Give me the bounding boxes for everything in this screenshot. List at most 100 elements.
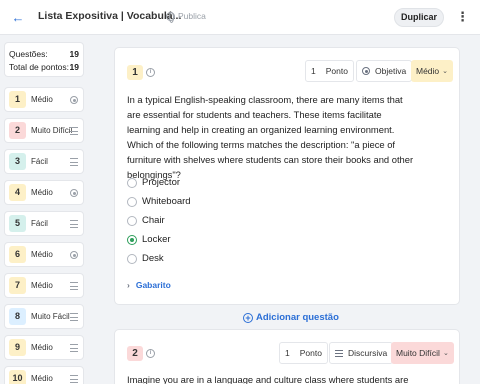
points-unit: Ponto bbox=[325, 66, 348, 76]
info-icon[interactable]: i bbox=[146, 349, 155, 358]
type-selector[interactable]: Objetiva bbox=[356, 60, 413, 82]
option[interactable]: Whiteboard bbox=[127, 196, 191, 207]
lines-icon bbox=[70, 282, 78, 290]
difficulty-label: Médio bbox=[31, 95, 53, 104]
difficulty-label: Médio bbox=[31, 374, 53, 383]
option-label: Locker bbox=[142, 234, 171, 245]
type-selector[interactable]: Discursiva bbox=[329, 342, 394, 364]
question-card: 1 i 1 Ponto Objetiva Médio ⌄ In a typica… bbox=[114, 47, 460, 305]
questions-count: 19 bbox=[69, 49, 79, 59]
question-text: In a typical English-speaking classroom,… bbox=[127, 94, 414, 180]
question-number-badge: 8 bbox=[9, 308, 26, 325]
points-total: 19 bbox=[69, 62, 79, 72]
points-field[interactable]: 1 Ponto bbox=[305, 60, 354, 82]
question-text: Imagine you are in a language and cultur… bbox=[127, 374, 409, 384]
lines-icon bbox=[70, 158, 78, 166]
lines-icon bbox=[70, 375, 78, 383]
sidebar-question-item[interactable]: 6 Médio bbox=[4, 242, 84, 267]
sidebar-question-item[interactable]: 1 Médio bbox=[4, 87, 84, 112]
sidebar-question-item[interactable]: 10 Médio bbox=[4, 366, 84, 384]
question-number-badge: 4 bbox=[9, 184, 26, 201]
page-title: Lista Expositiva | Vocabulá... bbox=[38, 10, 182, 22]
answer-key-toggle[interactable]: › Gabarito bbox=[127, 280, 171, 290]
question-number-badge: 7 bbox=[9, 277, 26, 294]
type-label: Discursiva bbox=[348, 348, 388, 358]
sidebar-question-item[interactable]: 2 Muito Difícil bbox=[4, 118, 84, 143]
lines-icon bbox=[70, 313, 78, 321]
option-radio[interactable] bbox=[127, 177, 137, 188]
answer-key-label: Gabarito bbox=[135, 280, 171, 290]
info-icon[interactable]: i bbox=[146, 68, 155, 77]
sidebar-question-item[interactable]: 4 Médio bbox=[4, 180, 84, 205]
difficulty-label: Muito Difícil bbox=[396, 348, 440, 358]
question-number: 1 bbox=[127, 65, 143, 80]
difficulty-label: Médio bbox=[31, 188, 53, 197]
question-number: 2 bbox=[127, 346, 143, 361]
radio-icon bbox=[70, 96, 78, 104]
difficulty-label: Muito Fácil bbox=[31, 312, 70, 321]
duplicate-button[interactable]: Duplicar bbox=[394, 8, 444, 27]
sidebar-question-item[interactable]: 5 Fácil bbox=[4, 211, 84, 236]
question-number-badge: 9 bbox=[9, 339, 26, 356]
difficulty-dropdown[interactable]: Médio ⌄ bbox=[411, 60, 454, 82]
sidebar-question-item[interactable]: 8 Muito Fácil bbox=[4, 304, 84, 329]
points-value: 1 bbox=[311, 66, 316, 76]
question-number-badge: 5 bbox=[9, 215, 26, 232]
visibility-label: Publica bbox=[178, 11, 206, 21]
difficulty-dropdown[interactable]: Muito Difícil ⌄ bbox=[391, 342, 454, 364]
lines-icon bbox=[70, 220, 78, 228]
questions-label: Questões: bbox=[9, 49, 48, 59]
arrow-left-icon[interactable]: ← bbox=[9, 9, 27, 27]
difficulty-label: Médio bbox=[416, 66, 440, 76]
question-number-badge: 6 bbox=[9, 246, 26, 263]
option[interactable]: Desk bbox=[127, 253, 164, 264]
globe-icon bbox=[166, 11, 175, 23]
top-bar: ← Lista Expositiva | Vocabulá... Publica… bbox=[0, 0, 480, 35]
chevron-down-icon: ⌄ bbox=[442, 350, 449, 357]
chevron-down-icon: ⌄ bbox=[442, 68, 449, 75]
option-label: Projector bbox=[142, 177, 181, 188]
add-question-button[interactable]: + Adicionar questão bbox=[243, 312, 339, 323]
points-label: Total de pontos: bbox=[9, 62, 70, 72]
sidebar-question-item[interactable]: 9 Médio bbox=[4, 335, 84, 360]
question-number-badge: 2 bbox=[9, 122, 26, 139]
radio-icon bbox=[70, 189, 78, 197]
radio-icon bbox=[70, 251, 78, 259]
question-number-badge: 1 bbox=[9, 91, 26, 108]
option-radio[interactable] bbox=[127, 196, 137, 207]
kebab-icon[interactable]: ⋮ bbox=[456, 9, 469, 27]
option[interactable]: Chair bbox=[127, 215, 165, 226]
option-radio[interactable] bbox=[127, 253, 137, 264]
option-selected[interactable]: Locker bbox=[127, 234, 171, 245]
chevron-right-icon: › bbox=[127, 280, 130, 290]
question-number-badge: 10 bbox=[9, 370, 26, 384]
sidebar-question-item[interactable]: 3 Fácil bbox=[4, 149, 84, 174]
plus-circle-icon: + bbox=[243, 312, 253, 323]
option-label: Whiteboard bbox=[142, 196, 191, 207]
difficulty-label: Fácil bbox=[31, 157, 48, 166]
points-field[interactable]: 1 Ponto bbox=[279, 342, 328, 364]
lines-icon bbox=[70, 127, 78, 135]
difficulty-label: Médio bbox=[31, 250, 53, 259]
difficulty-label: Fácil bbox=[31, 219, 48, 228]
visibility-status: Publica bbox=[166, 11, 206, 23]
option-radio[interactable] bbox=[127, 215, 137, 226]
difficulty-label: Muito Difícil bbox=[31, 126, 73, 135]
difficulty-label: Médio bbox=[31, 281, 53, 290]
type-label: Objetiva bbox=[375, 66, 407, 76]
question-card: 2 i 1 Ponto Discursiva Muito Difícil ⌄ I… bbox=[114, 329, 460, 384]
option[interactable]: Projector bbox=[127, 177, 180, 188]
option-label: Chair bbox=[142, 215, 165, 226]
radio-icon bbox=[362, 67, 370, 75]
difficulty-label: Médio bbox=[31, 343, 53, 352]
lines-icon bbox=[335, 349, 343, 357]
add-question-label: Adicionar questão bbox=[256, 312, 339, 323]
option-label: Desk bbox=[142, 253, 164, 264]
option-radio-selected[interactable] bbox=[127, 234, 137, 245]
points-value: 1 bbox=[285, 348, 290, 358]
sidebar-question-item[interactable]: 7 Médio bbox=[4, 273, 84, 298]
question-number-badge: 3 bbox=[9, 153, 26, 170]
lines-icon bbox=[70, 344, 78, 352]
summary-panel: Questões: 19 Total de pontos: 19 bbox=[4, 42, 84, 77]
points-unit: Ponto bbox=[299, 348, 322, 358]
